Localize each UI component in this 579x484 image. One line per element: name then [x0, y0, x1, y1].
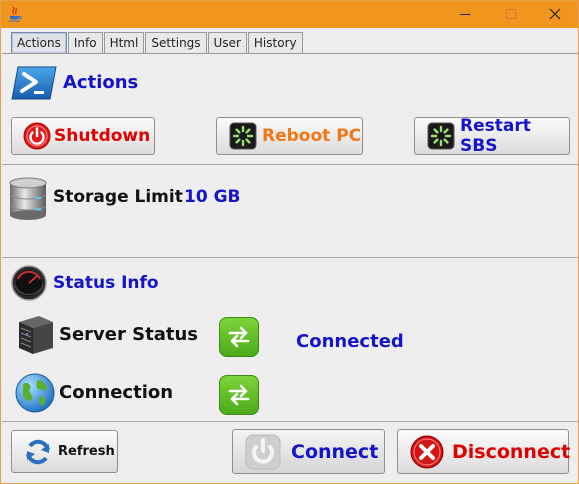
reboot-button[interactable]: Reboot PC	[216, 117, 363, 155]
separator	[2, 257, 578, 258]
tab-settings[interactable]: Settings	[145, 32, 207, 53]
refresh-label: Refresh	[58, 444, 115, 459]
tab-actions[interactable]: Actions	[11, 32, 67, 53]
power-icon	[23, 122, 51, 150]
tab-panel-border	[2, 53, 578, 54]
reboot-label: Reboot PC	[262, 126, 362, 146]
storage-limit-label: Storage Limit	[53, 187, 183, 207]
loading-icon	[427, 122, 455, 150]
disconnect-label: Disconnect	[452, 440, 571, 463]
refresh-button[interactable]: Refresh	[11, 430, 118, 473]
server-status-label: Server Status	[59, 324, 198, 345]
close-button[interactable]	[532, 1, 578, 28]
title-bar	[1, 1, 578, 28]
connect-label: Connect	[291, 440, 379, 463]
power-icon	[245, 434, 281, 470]
sync-badge	[219, 317, 259, 357]
gauge-icon	[11, 265, 47, 305]
tab-bar: Actions Info Html Settings User History	[11, 32, 304, 54]
shutdown-button[interactable]: Shutdown	[11, 117, 155, 155]
sync-badge	[219, 375, 259, 415]
server-icon	[15, 314, 55, 360]
maximize-button[interactable]	[488, 1, 534, 28]
disconnect-button[interactable]: Disconnect	[397, 429, 571, 474]
database-icon	[8, 177, 48, 225]
tab-history[interactable]: History	[247, 32, 303, 53]
tab-user[interactable]: User	[207, 32, 247, 53]
storage-limit-value: 10 GB	[184, 187, 241, 207]
restart-sbs-label: Restart SBS	[460, 116, 531, 156]
separator	[2, 164, 578, 165]
connect-button[interactable]: Connect	[232, 429, 385, 474]
shutdown-label: Shutdown	[54, 126, 151, 146]
refresh-icon	[22, 436, 54, 468]
swap-arrows-icon	[225, 381, 253, 413]
status-info-heading: Status Info	[53, 273, 159, 293]
maximize-icon	[505, 5, 517, 24]
tab-html[interactable]: Html	[103, 32, 145, 53]
minimize-icon	[459, 5, 471, 24]
java-icon	[8, 6, 22, 22]
globe-icon	[14, 372, 56, 418]
actions-heading: Actions	[63, 72, 139, 93]
server-status-value: Connected	[296, 331, 404, 352]
close-icon	[549, 5, 561, 24]
x-circle-icon	[410, 435, 444, 469]
separator	[2, 421, 578, 422]
loading-icon	[229, 122, 257, 150]
app-window: Actions Info Html Settings User History …	[0, 0, 579, 484]
minimize-button[interactable]	[442, 1, 488, 28]
swap-arrows-icon	[225, 323, 253, 355]
restart-sbs-button[interactable]: Restart SBS	[414, 116, 570, 156]
tab-info[interactable]: Info	[67, 32, 103, 53]
powershell-icon	[10, 65, 58, 105]
connection-label: Connection	[59, 382, 174, 403]
